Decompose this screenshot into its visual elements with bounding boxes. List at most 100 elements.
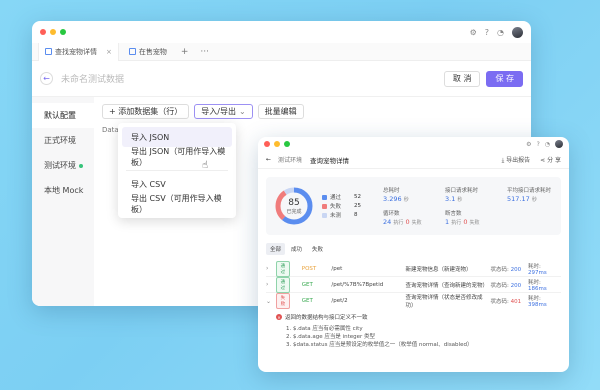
metric-unit: 失败 [469, 220, 480, 226]
legend-value: 52 [354, 194, 361, 200]
http-method: POST [301, 265, 317, 272]
metric-loops: 循环数 24 执行 0 失败 [383, 209, 445, 226]
status-code-label: 状态码: [490, 282, 509, 289]
avatar[interactable] [555, 140, 563, 148]
completion-donut: 85 已完成 [274, 186, 314, 226]
chevron-down-icon[interactable]: ⌄ [266, 298, 276, 305]
menu-item-export-csv[interactable]: 导出 CSV（可用作导入模板） [122, 194, 232, 214]
tab-pet-detail[interactable]: 查找宠物详情 × [38, 42, 119, 61]
metric-total-time: 总耗时 3.296 秒 [383, 186, 445, 203]
metric-fail-value: 0 [463, 218, 468, 226]
status-code: 200 [510, 266, 522, 273]
close-window-button[interactable] [264, 141, 270, 147]
metric-unit: 失败 [411, 220, 422, 226]
report-titlebar: ⚙ ? ◔ [258, 137, 569, 151]
error-line: 2. $.data.age 应当是 integer 类型 [286, 334, 376, 340]
notification-icon[interactable]: ◔ [545, 141, 550, 148]
status-badge: 通过 [275, 260, 290, 277]
metric-unit: 秒 [531, 197, 537, 203]
summary-panel: 85 已完成 通过 52 失败 25 未测 8 总耗时 3.296 秒 接口请求耗时 … [266, 177, 561, 235]
batch-edit-button[interactable]: 批量编辑 [257, 104, 304, 119]
back-button[interactable]: ← [40, 72, 53, 85]
request-description: 查询宠物详情（状态是否修改成功） [405, 295, 483, 309]
metric-value: 517.17 [507, 195, 530, 203]
minimize-window-button[interactable] [274, 141, 280, 147]
export-label: 导出报告 [506, 156, 531, 164]
import-export-menu: 导入 JSON 导出 JSON（可用作导入模板） 导入 CSV 导出 CSV（可… [118, 123, 236, 218]
avatar[interactable] [512, 26, 523, 38]
export-report-button[interactable]: ⤓ 导出报告 [502, 155, 531, 165]
request-path: /pet/2 [331, 298, 348, 304]
tab-label: 在售宠物 [138, 47, 167, 56]
status-code-label: 状态码: [490, 266, 509, 273]
titlebar-actions: ⚙ ? ◔ [526, 140, 563, 148]
env-item-testing[interactable]: 测试环境 [32, 153, 94, 178]
chevron-right-icon[interactable]: › [266, 265, 276, 272]
notification-icon[interactable]: ◔ [497, 28, 504, 37]
maximize-window-button[interactable] [284, 141, 290, 147]
minimize-window-button[interactable] [50, 29, 56, 35]
error-heading: ✕ 返回的数据结构与接口定义不一致 [276, 313, 561, 321]
environment-label: 测试环境 [278, 157, 303, 164]
settings-icon[interactable]: ⚙ [470, 28, 477, 37]
metric-unit: 秒 [403, 197, 409, 203]
status-code: 200 [510, 282, 522, 289]
filter-failed[interactable]: 失败 [308, 243, 327, 255]
page-header: ← 未命名测试数据 取 消 保 存 [32, 61, 531, 97]
result-row[interactable]: › 通过 POST /pet 新建宠物信息（新建宠物） 状态码: 200 耗时:… [266, 260, 561, 277]
settings-icon[interactable]: ⚙ [526, 141, 531, 148]
import-export-button[interactable]: 导入/导出 ⌄ [194, 104, 253, 119]
legend-value: 25 [354, 203, 361, 209]
back-arrow-icon[interactable]: ← [266, 156, 271, 163]
legend-item-untested: 未测 8 [322, 211, 361, 220]
result-row[interactable]: ⌄ 失败 GET /pet/2 查询宠物详情（状态是否修改成功） 状态码: 40… [266, 293, 561, 309]
metric-label: 接口请求耗时 [445, 188, 479, 194]
close-tab-icon[interactable]: × [106, 48, 112, 56]
metric-unit: 执行 [393, 220, 404, 226]
import-export-label: 导入/导出 [201, 107, 236, 116]
metric-unit: 秒 [457, 197, 463, 203]
donut-center: 85 已完成 [274, 186, 314, 226]
menu-item-export-json[interactable]: 导出 JSON（可用作导入模板） [122, 147, 232, 167]
menu-item-import-csv[interactable]: 导入 CSV [122, 174, 232, 194]
request-path: /pet/%7B%7Bpetid [331, 281, 384, 288]
error-line: 1. $.data 应当有必需属性 city [286, 326, 363, 332]
metric-fail-value: 0 [405, 218, 410, 226]
env-label: 本地 Mock [44, 186, 84, 195]
env-item-local-mock[interactable]: 本地 Mock [32, 178, 94, 203]
save-button[interactable]: 保 存 [486, 70, 523, 87]
page-title[interactable]: 未命名测试数据 [61, 72, 444, 85]
http-method: GET [301, 281, 313, 288]
cancel-button[interactable]: 取 消 [443, 70, 481, 87]
error-details: ✕ 返回的数据结构与接口定义不一致 1. $.data 应当有必需属性 city… [276, 313, 561, 348]
close-window-button[interactable] [40, 29, 46, 35]
http-method: GET [301, 298, 313, 304]
legend-value: 8 [354, 212, 358, 218]
add-dataset-button[interactable]: + 添加数据集（行） [102, 104, 190, 119]
help-icon[interactable]: ? [485, 28, 489, 37]
legend-swatch [322, 203, 327, 209]
error-icon: ✕ [276, 314, 282, 320]
metric-unit: 执行 [451, 220, 462, 226]
env-item-default[interactable]: 默认配置 [32, 103, 94, 128]
error-line: 3. $data.status 应当是预设定的枚举值之一（枚举值 normal、… [286, 342, 473, 348]
metric-api-time: 接口请求耗时 3.1 秒 [445, 186, 507, 203]
tab-pets-on-sale[interactable]: 在售宠物 [123, 43, 173, 61]
duration: 186ms [528, 285, 547, 292]
duration: 398ms [528, 302, 547, 308]
filter-success[interactable]: 成功 [287, 243, 306, 255]
env-item-production[interactable]: 正式环境 [32, 128, 94, 153]
filter-all[interactable]: 全部 [266, 243, 286, 255]
help-icon[interactable]: ? [537, 141, 540, 148]
add-tab-button[interactable]: + [177, 47, 193, 57]
legend-item-pass: 通过 52 [322, 193, 361, 202]
result-row[interactable]: › 通过 GET /pet/%7B%7Bpetid 查询宠物详情（查询新建的宠物… [266, 276, 561, 293]
report-title: 查询宠物详情 [310, 156, 350, 165]
more-tabs-button[interactable]: ··· [196, 47, 213, 57]
tab-bar: 查找宠物详情 × 在售宠物 + ··· [32, 42, 531, 61]
menu-item-import-json[interactable]: 导入 JSON [122, 127, 232, 147]
share-button[interactable]: ⋖ 分 享 [540, 155, 561, 164]
chevron-right-icon[interactable]: › [266, 281, 276, 288]
maximize-window-button[interactable] [60, 29, 66, 35]
metric-avg-time: 平均接口请求耗时 517.17 秒 [507, 186, 569, 203]
